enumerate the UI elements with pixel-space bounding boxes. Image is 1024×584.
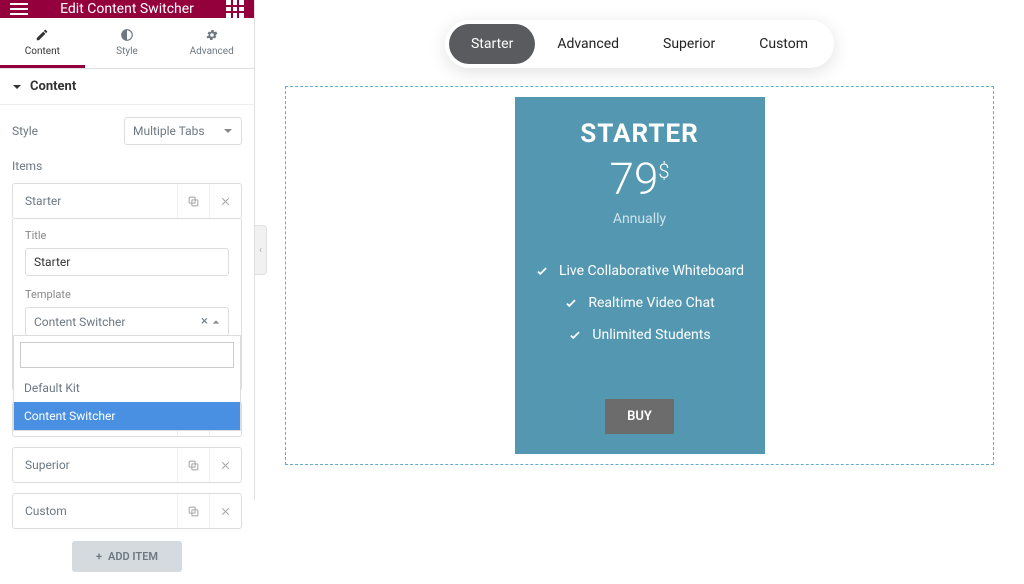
pricing-card: STARTER 79$ Annually Live Collaborative … [515,97,765,454]
collapse-handle[interactable]: ‹ [255,225,267,275]
item-editor: Title Template Content Switcher × Defaul… [12,219,242,391]
tab-style[interactable]: Style [85,18,170,68]
section-body: Style Multiple Tabs Items Starter Title … [0,105,254,584]
copy-icon[interactable] [177,184,209,218]
title-label: Title [25,229,229,242]
dropdown-option[interactable]: Default Kit [14,374,240,402]
panel-tabs: Content Style Advanced [0,18,254,69]
switch-advanced[interactable]: Advanced [535,24,641,64]
close-icon[interactable] [209,184,241,218]
feature-item: Unlimited Students [535,327,745,343]
caret-down-icon [223,126,233,136]
switch-custom[interactable]: Custom [737,24,830,64]
template-label: Template [25,288,229,301]
plus-icon: + [96,550,102,563]
template-select[interactable]: Content Switcher × Default Kit Content S… [25,307,229,336]
close-icon[interactable] [209,448,241,482]
pencil-icon [35,28,49,42]
template-dropdown: Default Kit Content Switcher [13,335,241,431]
style-select[interactable]: Multiple Tabs [124,117,242,145]
item-row-custom: Custom [12,493,242,529]
dropdown-search[interactable] [20,342,234,368]
item-name[interactable]: Superior [13,448,177,482]
add-item-button[interactable]: + ADD ITEM [72,541,182,572]
item-name[interactable]: Starter [13,184,177,218]
tab-content[interactable]: Content [0,18,85,68]
preview-area: ‹ Starter Advanced Superior Custom START… [255,0,1024,500]
content-switcher: Starter Advanced Superior Custom [445,20,834,68]
copy-icon[interactable] [177,448,209,482]
caret-up-icon [212,318,220,326]
check-icon [564,296,578,310]
panel-header: Edit Content Switcher [0,0,254,18]
check-icon [568,328,582,342]
item-row-starter: Starter [12,183,242,219]
card-title: STARTER [535,119,745,149]
menu-icon[interactable] [10,3,28,15]
dropdown-option[interactable]: Content Switcher [14,402,240,430]
tab-advanced[interactable]: Advanced [169,18,254,68]
chevron-down-icon [12,82,22,92]
apps-icon[interactable] [226,0,244,18]
clear-icon[interactable]: × [201,314,208,329]
card-price: 79$ [610,157,670,201]
item-name[interactable]: Custom [13,494,177,528]
copy-icon[interactable] [177,494,209,528]
switch-superior[interactable]: Superior [641,24,737,64]
check-icon [535,264,549,278]
close-icon[interactable] [209,494,241,528]
feature-item: Realtime Video Chat [535,295,745,311]
buy-button[interactable]: BUY [605,399,674,434]
contrast-icon [120,28,134,42]
switch-starter[interactable]: Starter [449,24,535,64]
editor-panel: Edit Content Switcher Content Style Adva… [0,0,255,500]
items-label: Items [12,159,242,173]
card-container[interactable]: STARTER 79$ Annually Live Collaborative … [285,86,994,465]
card-period: Annually [535,211,745,227]
panel-title: Edit Content Switcher [60,1,194,17]
section-toggle[interactable]: Content [0,69,254,105]
gear-icon [205,28,219,42]
title-input[interactable] [25,248,229,276]
item-row-superior: Superior [12,447,242,483]
style-label: Style [12,124,38,138]
feature-item: Live Collaborative Whiteboard [535,263,745,279]
